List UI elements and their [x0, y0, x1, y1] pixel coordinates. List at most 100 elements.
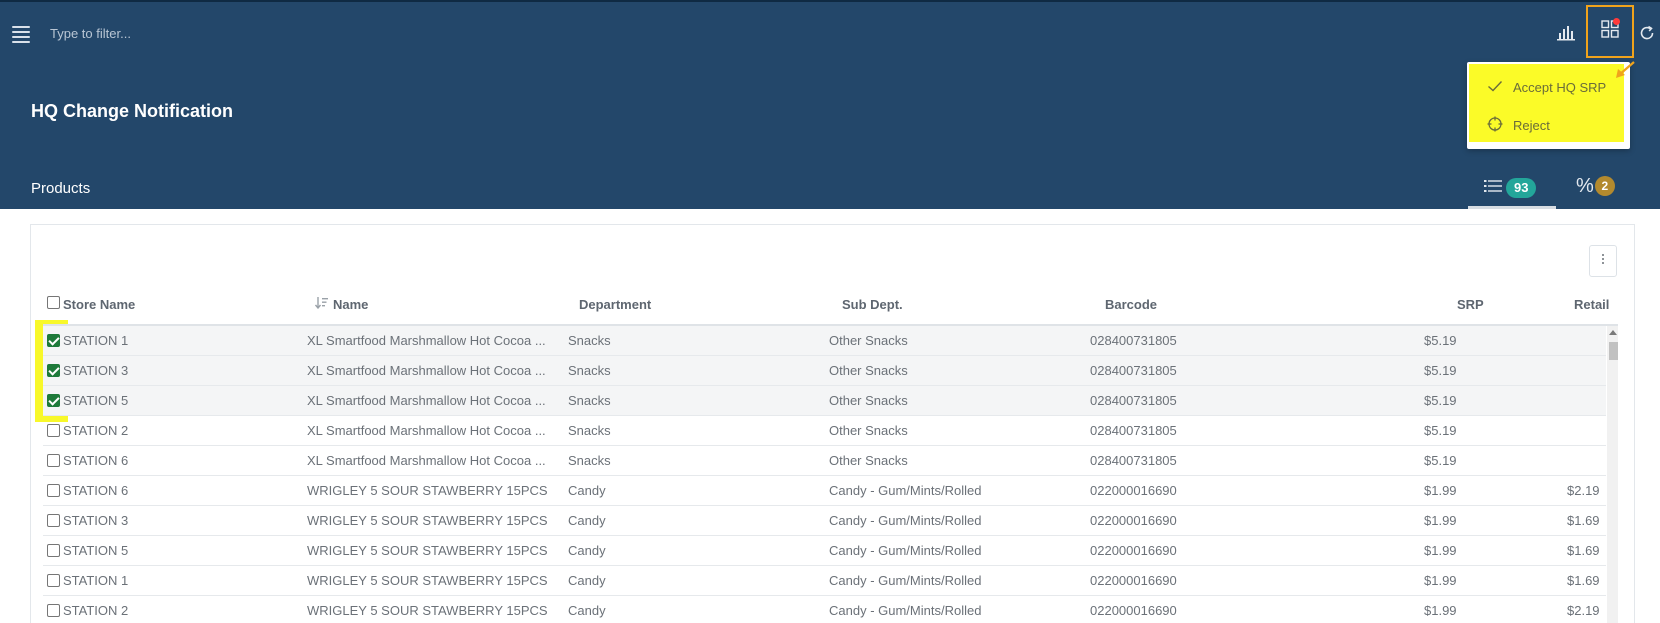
row-checkbox[interactable]	[47, 454, 60, 467]
more-options-button[interactable]	[1589, 245, 1617, 277]
cell-store: STATION 2	[63, 423, 129, 438]
cell-name: XL Smartfood Marshmallow Hot Cocoa ...	[307, 423, 546, 438]
accept-hq-srp-menu-item[interactable]: Accept HQ SRP	[1487, 75, 1606, 99]
cell-name: XL Smartfood Marshmallow Hot Cocoa ...	[307, 333, 546, 348]
bar-chart-icon[interactable]	[1553, 20, 1579, 46]
cell-department: Snacks	[568, 363, 611, 378]
filter-input[interactable]	[42, 18, 522, 48]
column-header-store[interactable]: Store Name	[63, 297, 135, 312]
cell-srp: $1.99	[1424, 513, 1457, 528]
cell-store: STATION 6	[63, 453, 129, 468]
cell-barcode: 028400731805	[1090, 363, 1177, 378]
column-header-retail[interactable]: Retail	[1574, 297, 1609, 312]
scrollbar-track[interactable]	[1607, 326, 1618, 623]
reject-menu-item[interactable]: Reject	[1487, 113, 1550, 137]
hamburger-menu-icon[interactable]	[12, 26, 30, 43]
cell-department: Snacks	[568, 453, 611, 468]
cell-subdept: Candy - Gum/Mints/Rolled	[829, 513, 982, 528]
scrollbar-thumb[interactable]	[1609, 342, 1618, 360]
column-header-subdept[interactable]: Sub Dept.	[842, 297, 903, 312]
cell-name: XL Smartfood Marshmallow Hot Cocoa ...	[307, 363, 546, 378]
cell-barcode: 028400731805	[1090, 453, 1177, 468]
table-row[interactable]: STATION 1 WRIGLEY 5 SOUR STAWBERRY 15PCS C…	[43, 566, 1606, 596]
row-checkbox[interactable]	[47, 424, 60, 437]
cell-name: WRIGLEY 5 SOUR STAWBERRY 15PCS	[307, 603, 548, 618]
list-icon	[1484, 179, 1502, 198]
row-checkbox[interactable]	[47, 364, 60, 377]
table-row[interactable]: STATION 5 WRIGLEY 5 SOUR STAWBERRY 15PCS C…	[43, 536, 1606, 566]
notification-dot	[1613, 18, 1620, 25]
row-checkbox[interactable]	[47, 514, 60, 527]
cell-barcode: 022000016690	[1090, 543, 1177, 558]
cell-department: Snacks	[568, 333, 611, 348]
table-row[interactable]: STATION 1 XL Smartfood Marshmallow Hot Co…	[43, 326, 1606, 356]
percent-icon: %	[1576, 175, 1594, 197]
actions-dropdown: Accept HQ SRP Reject	[1467, 62, 1630, 149]
cell-name: WRIGLEY 5 SOUR STAWBERRY 15PCS	[307, 573, 548, 588]
tab-list[interactable]: 93	[1468, 170, 1556, 209]
cell-store: STATION 3	[63, 363, 129, 378]
cell-subdept: Candy - Gum/Mints/Rolled	[829, 603, 982, 618]
accept-label: Accept HQ SRP	[1513, 79, 1607, 95]
cell-srp: $5.19	[1424, 363, 1457, 378]
table-row[interactable]: STATION 3 XL Smartfood Marshmallow Hot Co…	[43, 356, 1606, 386]
cell-subdept: Candy - Gum/Mints/Rolled	[829, 483, 982, 498]
refresh-icon[interactable]	[1634, 20, 1660, 46]
cell-srp: $1.99	[1424, 483, 1457, 498]
cell-store: STATION 5	[63, 393, 129, 408]
cell-srp: $5.19	[1424, 393, 1457, 408]
row-checkbox[interactable]	[47, 484, 60, 497]
table-row[interactable]: STATION 3 WRIGLEY 5 SOUR STAWBERRY 15PCS C…	[43, 506, 1606, 536]
column-header-barcode[interactable]: Barcode	[1105, 297, 1157, 312]
row-checkbox[interactable]	[47, 574, 60, 587]
cell-subdept: Other Snacks	[829, 393, 908, 408]
cell-store: STATION 1	[63, 573, 129, 588]
list-count-badge: 93	[1506, 178, 1537, 198]
cell-subdept: Candy - Gum/Mints/Rolled	[829, 543, 982, 558]
row-checkbox[interactable]	[47, 544, 60, 557]
tab-percent[interactable]: % 2	[1576, 176, 1615, 196]
cell-srp: $5.19	[1424, 423, 1457, 438]
cell-name: XL Smartfood Marshmallow Hot Cocoa ...	[307, 393, 546, 408]
scroll-up-arrow[interactable]	[1609, 330, 1617, 335]
table-row[interactable]: STATION 5 XL Smartfood Marshmallow Hot Co…	[43, 386, 1606, 416]
cell-retail: $2.19	[1567, 603, 1600, 618]
crosshair-icon	[1487, 116, 1503, 135]
cell-store: STATION 3	[63, 513, 129, 528]
row-checkbox[interactable]	[47, 604, 60, 617]
grid-apps-button[interactable]	[1586, 5, 1634, 58]
cell-name: XL Smartfood Marshmallow Hot Cocoa ...	[307, 453, 546, 468]
percent-count-badge: 2	[1594, 176, 1615, 196]
cell-store: STATION 2	[63, 603, 129, 618]
cell-department: Candy	[568, 573, 606, 588]
table-row[interactable]: STATION 2 XL Smartfood Marshmallow Hot Co…	[43, 416, 1606, 446]
table-row[interactable]: STATION 6 XL Smartfood Marshmallow Hot Co…	[43, 446, 1606, 476]
cell-retail: $2.19	[1567, 483, 1600, 498]
checkmark-icon	[1487, 80, 1503, 95]
cell-department: Snacks	[568, 423, 611, 438]
cell-retail: $1.69	[1567, 573, 1600, 588]
column-header-srp[interactable]: SRP	[1457, 297, 1484, 312]
vertical-ellipsis-icon	[1601, 252, 1605, 270]
sort-desc-icon[interactable]	[314, 296, 329, 312]
cell-name: WRIGLEY 5 SOUR STAWBERRY 15PCS	[307, 513, 548, 528]
dropdown-highlight: Accept HQ SRP Reject	[1469, 64, 1624, 142]
cell-department: Snacks	[568, 393, 611, 408]
cell-barcode: 028400731805	[1090, 423, 1177, 438]
row-checkbox[interactable]	[47, 394, 60, 407]
cell-subdept: Other Snacks	[829, 453, 908, 468]
reject-label: Reject	[1513, 117, 1550, 133]
table-row[interactable]: STATION 6 WRIGLEY 5 SOUR STAWBERRY 15PCS C…	[43, 476, 1606, 506]
cell-department: Candy	[568, 603, 606, 618]
select-all-checkbox[interactable]	[47, 296, 60, 309]
cell-barcode: 022000016690	[1090, 603, 1177, 618]
row-checkbox[interactable]	[47, 334, 60, 347]
cell-department: Candy	[568, 483, 606, 498]
table-row[interactable]: STATION 2 WRIGLEY 5 SOUR STAWBERRY 15PCS C…	[43, 596, 1606, 623]
column-header-department[interactable]: Department	[579, 297, 651, 312]
cell-retail: $1.69	[1567, 513, 1600, 528]
cell-retail: $1.69	[1567, 543, 1600, 558]
cell-department: Candy	[568, 513, 606, 528]
column-header-name[interactable]: Name	[333, 297, 368, 312]
cell-srp: $5.19	[1424, 453, 1457, 468]
